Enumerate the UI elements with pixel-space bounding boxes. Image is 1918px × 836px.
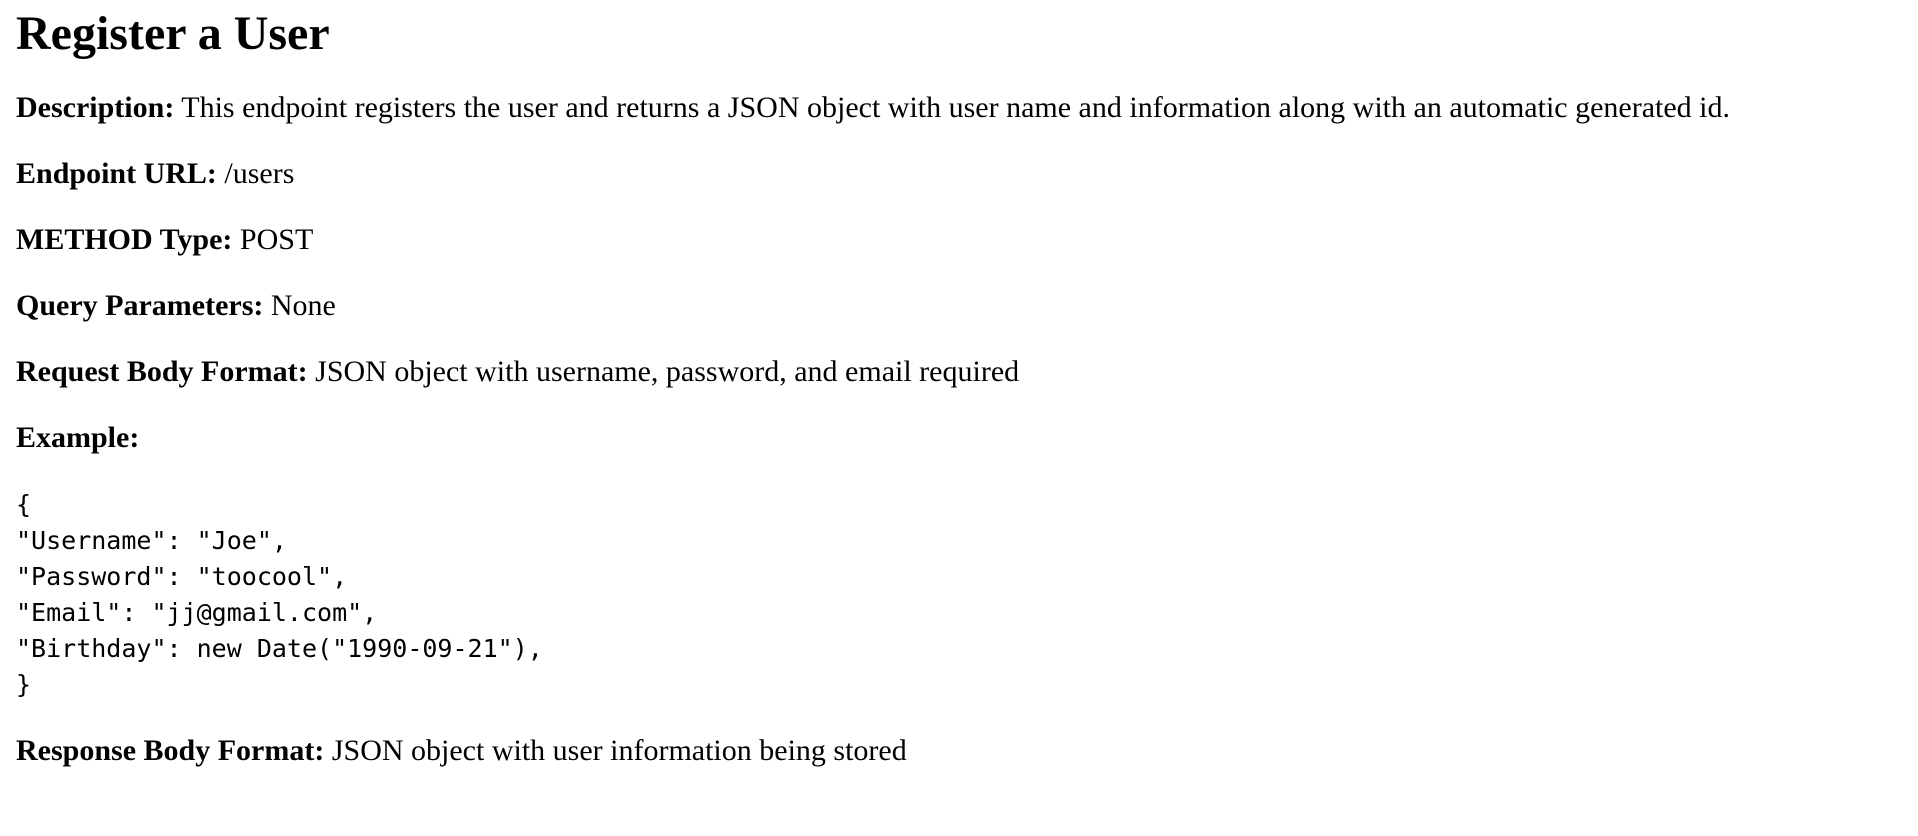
query-parameters-field: Query Parameters: None [16, 288, 1902, 324]
request-body-format-field: Request Body Format: JSON object with us… [16, 354, 1902, 390]
method-type-value: POST [232, 223, 314, 256]
code-line: "Username": "Joe", [16, 526, 287, 555]
endpoint-url-label: Endpoint URL: [16, 157, 217, 190]
description-label: Description: [16, 91, 175, 124]
example-label: Example: [16, 421, 140, 454]
example-code-block: { "Username": "Joe", "Password": "toocool"… [16, 487, 1902, 703]
response-body-format-label: Response Body Format: [16, 734, 325, 767]
code-line: { [16, 490, 32, 519]
description-value: This endpoint registers the user and ret… [174, 91, 1731, 124]
page-title: Register a User [16, 7, 330, 60]
code-line: "Birthday": new Date("1990-09-21"), [16, 634, 543, 663]
code-line: } [16, 670, 32, 699]
query-parameters-value: None [263, 289, 336, 322]
endpoint-url-field: Endpoint URL: /users [16, 156, 1902, 192]
example-field: Example: [16, 420, 1902, 456]
api-doc-page: Register a User Description: This endpoi… [0, 6, 1918, 769]
request-body-format-value: JSON object with username, password, and… [307, 355, 1020, 388]
code-line: "Password": "toocool", [16, 562, 348, 591]
query-parameters-label: Query Parameters: [16, 289, 264, 322]
description-field: Description: This endpoint registers the… [16, 90, 1902, 126]
endpoint-url-value: /users [216, 157, 295, 190]
response-body-format-field: Response Body Format: JSON object with u… [16, 733, 1902, 769]
response-body-format-value: JSON object with user information being … [324, 734, 907, 767]
code-line: "Email": "jj@gmail.com", [16, 598, 378, 627]
method-type-field: METHOD Type: POST [16, 222, 1902, 258]
method-type-label: METHOD Type: [16, 223, 233, 256]
request-body-format-label: Request Body Format: [16, 355, 308, 388]
